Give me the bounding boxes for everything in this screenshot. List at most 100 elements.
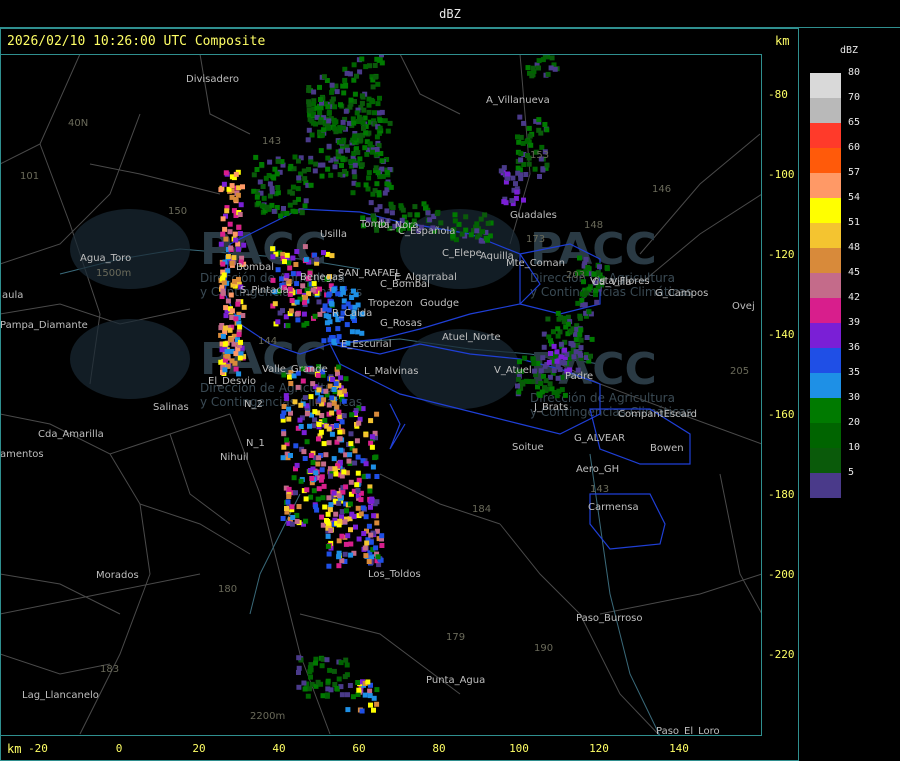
echo-cell <box>597 264 602 270</box>
echo-cell <box>513 195 519 201</box>
route-label: 183 <box>100 664 119 675</box>
echo-cell <box>272 301 278 307</box>
echo-cell <box>310 460 316 465</box>
place-label: Goudge <box>420 298 459 309</box>
echo-cell <box>292 399 298 405</box>
echo-cell <box>360 406 366 412</box>
echo-cell <box>326 291 332 297</box>
echo-cell <box>537 174 542 179</box>
echo-cell <box>235 192 241 198</box>
echo-cell <box>545 71 551 77</box>
legend-label: 42 <box>848 292 861 303</box>
echo-cell <box>220 333 226 339</box>
echo-cell <box>298 478 304 484</box>
echo-cell <box>363 432 369 438</box>
echo-cell <box>313 121 318 127</box>
echo-cell <box>374 520 380 526</box>
echo-cell <box>326 110 332 116</box>
legend-label: 39 <box>848 317 861 328</box>
echo-cell <box>321 461 327 467</box>
echo-cell <box>218 241 224 247</box>
echo-cell <box>316 486 322 492</box>
echo-cell <box>568 328 574 334</box>
echo-cell <box>505 171 510 177</box>
place-label: Atuel_Norte <box>442 332 501 343</box>
echo-cell <box>294 299 300 305</box>
echo-cell <box>287 374 292 380</box>
place-label: N_1 <box>246 438 265 449</box>
echo-cell <box>364 540 370 546</box>
place-label: Divisadero <box>186 74 239 85</box>
legend-label: 65 <box>848 117 861 128</box>
echo-cell <box>375 81 381 87</box>
echo-cell <box>222 367 228 373</box>
y-tick-label: -120 <box>768 248 795 261</box>
echo-cell <box>267 159 273 165</box>
echo-cell <box>360 505 366 511</box>
echo-cell <box>528 142 534 148</box>
echo-cell <box>523 172 529 177</box>
echo-cell <box>356 687 362 693</box>
echo-cell <box>346 458 352 464</box>
echo-cell <box>231 208 237 214</box>
echo-cell <box>303 518 309 524</box>
place-label: C_Elepe <box>442 248 482 259</box>
echo-cell <box>554 358 560 364</box>
title-bar: dBZ <box>0 0 900 28</box>
echo-cell <box>280 455 286 461</box>
echo-cell <box>296 289 302 295</box>
x-tick-label: 120 <box>589 742 609 755</box>
echo-cell <box>336 550 342 556</box>
echo-cell <box>311 101 317 107</box>
echo-cell <box>294 249 300 254</box>
echo-cell <box>339 509 345 515</box>
echo-cell <box>271 208 277 214</box>
echo-cell <box>407 212 413 218</box>
echo-cell <box>233 237 239 243</box>
route-label: 203 <box>566 270 585 281</box>
echo-cell <box>308 453 314 458</box>
echo-cell <box>354 438 360 444</box>
echo-cell <box>317 84 322 90</box>
echo-cell <box>317 311 323 317</box>
echo-cell <box>329 410 335 416</box>
legend-swatch <box>810 273 841 298</box>
echo-cell <box>549 386 555 392</box>
route-label: 173 <box>526 234 545 245</box>
echo-cell <box>568 340 574 346</box>
echo-cell <box>339 286 345 292</box>
echo-cell <box>330 96 336 102</box>
echo-cell <box>223 170 229 176</box>
x-tick-label: 40 <box>272 742 286 755</box>
echo-cell <box>321 483 327 489</box>
legend-label: 51 <box>848 217 861 228</box>
legend-unit-label: dBZ <box>840 45 859 56</box>
place-label: Los_Toldos <box>368 569 421 580</box>
echo-cell <box>297 417 303 423</box>
echo-cell <box>289 190 295 196</box>
echo-cell <box>305 137 311 143</box>
echo-cell <box>517 114 523 120</box>
echo-cell <box>348 527 353 533</box>
echo-cell <box>220 231 226 237</box>
radar-map[interactable]: PACCDirección de Agriculturay Contingenc… <box>0 54 762 736</box>
echo-cell <box>578 337 584 343</box>
echo-cell <box>223 305 229 311</box>
echo-cell <box>374 687 380 693</box>
place-label: Soitue <box>512 442 544 453</box>
echo-cell <box>220 216 226 222</box>
echo-cell <box>321 127 327 133</box>
echo-cell <box>337 414 343 419</box>
echo-cell <box>517 359 522 365</box>
echo-cell <box>305 693 311 699</box>
echo-cell <box>562 392 568 398</box>
echo-cell <box>277 310 283 316</box>
route-label: 148 <box>584 220 603 231</box>
echo-cell <box>336 493 342 499</box>
echo-cell <box>348 441 354 447</box>
echo-cell <box>316 436 321 442</box>
echo-cell <box>270 246 276 252</box>
echo-cell <box>308 182 314 188</box>
echo-cell <box>368 499 374 505</box>
echo-cell <box>328 528 334 533</box>
